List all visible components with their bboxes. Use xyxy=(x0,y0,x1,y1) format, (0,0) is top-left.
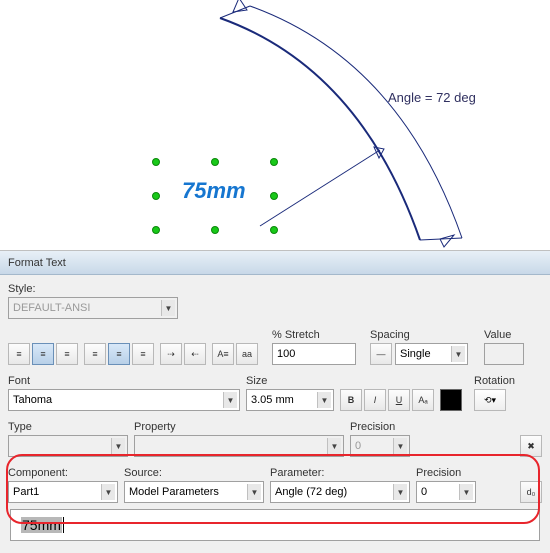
precision2-select[interactable]: 0▼ xyxy=(416,481,476,503)
chevron-down-icon: ▼ xyxy=(223,392,237,408)
chevron-down-icon: ▼ xyxy=(459,484,473,500)
italic-button[interactable]: I xyxy=(364,389,386,411)
property-label: Property xyxy=(134,421,344,433)
text-edit-area[interactable]: 75mm xyxy=(10,509,540,541)
rotation-button[interactable]: ⟲▾ xyxy=(474,389,506,411)
font-value: Tahoma xyxy=(13,394,52,406)
chevron-down-icon: ▼ xyxy=(161,300,175,316)
style-select[interactable]: DEFAULT-ANSI ▼ xyxy=(8,297,178,319)
value-label: Value xyxy=(484,329,524,341)
text-edit-content: 75mm xyxy=(21,517,62,533)
bullet-button[interactable]: A≡ xyxy=(212,343,234,365)
source-value: Model Parameters xyxy=(129,486,219,498)
valign-top-button[interactable]: ≡ xyxy=(8,343,30,365)
flow-group: ⇢ ⇠ xyxy=(160,343,206,365)
chevron-down-icon: ▼ xyxy=(327,438,341,454)
chevron-down-icon: ▼ xyxy=(111,438,125,454)
precision1-select[interactable]: 0▼ xyxy=(350,435,410,457)
flow-b-button[interactable]: ⇠ xyxy=(184,343,206,365)
valign-bottom-button[interactable]: ≡ xyxy=(56,343,78,365)
size-value: 3.05 mm xyxy=(251,394,294,406)
font-label: Font xyxy=(8,375,240,387)
size-combo[interactable]: 3.05 mm ▼ xyxy=(246,389,334,411)
precision2-value: 0 xyxy=(421,486,427,498)
style-buttons: B I U Aₐ xyxy=(340,389,434,411)
flow-a-button[interactable]: ⇢ xyxy=(160,343,182,365)
precision1-label: Precision xyxy=(350,421,410,433)
dimension-text: 75mm xyxy=(182,178,246,204)
spacing-value: Single xyxy=(400,348,431,360)
precision1-value: 0 xyxy=(355,440,361,452)
halign-right-button[interactable]: ≡ xyxy=(132,343,154,365)
parameter-value: Angle (72 deg) xyxy=(275,486,347,498)
bullet-group: A≡ aa xyxy=(212,343,258,365)
chevron-down-icon: ▼ xyxy=(451,346,465,362)
bold-button[interactable]: B xyxy=(340,389,362,411)
component-select[interactable]: Part1 ▼ xyxy=(8,481,118,503)
format-text-dialog: Format Text Style: DEFAULT-ANSI ▼ ≡ ≡ ≡ … xyxy=(0,250,550,553)
size-label: Size xyxy=(246,375,334,387)
type-label: Type xyxy=(8,421,128,433)
valign-middle-button[interactable]: ≡ xyxy=(32,343,54,365)
source-select[interactable]: Model Parameters ▼ xyxy=(124,481,264,503)
stretch-value: 100 xyxy=(277,348,295,360)
font-select[interactable]: Tahoma ▼ xyxy=(8,389,240,411)
rotation-label: Rotation xyxy=(474,375,515,387)
dialog-title: Format Text xyxy=(0,251,550,275)
property-select[interactable]: ▼ xyxy=(134,435,344,457)
style-label: Style: xyxy=(8,283,542,295)
underline-button[interactable]: U xyxy=(388,389,410,411)
angle-annotation: Angle = 72 deg xyxy=(388,90,476,105)
value-input[interactable] xyxy=(484,343,524,365)
halign-center-button[interactable]: ≡ xyxy=(108,343,130,365)
insert-property-button[interactable]: ✖ xyxy=(520,435,542,457)
valign-group: ≡ ≡ ≡ xyxy=(8,343,78,365)
halign-left-button[interactable]: ≡ xyxy=(84,343,106,365)
text-cursor xyxy=(63,517,64,533)
stretch-label: % Stretch xyxy=(272,329,356,341)
component-label: Component: xyxy=(8,467,118,479)
style-value: DEFAULT-ANSI xyxy=(13,302,90,314)
chevron-down-icon: ▼ xyxy=(317,392,331,408)
arc-sketch xyxy=(0,0,550,250)
precision2-label: Precision xyxy=(416,467,476,479)
insert-parameter-button[interactable]: d₀ xyxy=(520,481,542,503)
spacing-label: Spacing xyxy=(370,329,468,341)
spacing-select[interactable]: Single ▼ xyxy=(395,343,468,365)
color-swatch[interactable] xyxy=(440,389,462,411)
parameter-select[interactable]: Angle (72 deg) ▼ xyxy=(270,481,410,503)
spacing-icon-button[interactable]: — xyxy=(370,343,392,365)
case-button[interactable]: Aₐ xyxy=(412,389,434,411)
halign-group: ≡ ≡ ≡ xyxy=(84,343,154,365)
chevron-down-icon: ▼ xyxy=(393,484,407,500)
chevron-down-icon: ▼ xyxy=(101,484,115,500)
source-label: Source: xyxy=(124,467,264,479)
component-value: Part1 xyxy=(13,486,39,498)
numbering-button[interactable]: aa xyxy=(236,343,258,365)
chevron-down-icon: ▼ xyxy=(393,438,407,454)
type-select[interactable]: ▼ xyxy=(8,435,128,457)
drawing-canvas: 75mm Angle = 72 deg xyxy=(0,0,550,250)
chevron-down-icon: ▼ xyxy=(247,484,261,500)
stretch-input[interactable]: 100 xyxy=(272,343,356,365)
parameter-label: Parameter: xyxy=(270,467,410,479)
